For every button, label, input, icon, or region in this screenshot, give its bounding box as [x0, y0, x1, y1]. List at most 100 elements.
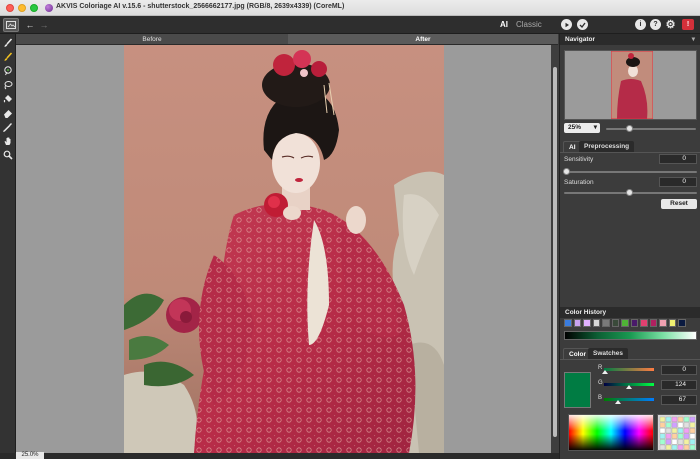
swatch-palette[interactable] — [657, 414, 697, 451]
r-input[interactable]: 0 — [661, 365, 697, 375]
mode-ai-tab[interactable]: AI — [500, 20, 508, 29]
palette-cell[interactable] — [659, 433, 666, 439]
run-button[interactable] — [561, 19, 572, 30]
color-history-gradient[interactable] — [564, 331, 697, 340]
palette-cell[interactable] — [677, 422, 684, 428]
palette-cell[interactable] — [671, 433, 678, 439]
recoloring-brush-tool[interactable] — [2, 51, 14, 62]
eyedropper-tool[interactable] — [2, 121, 14, 132]
help-button[interactable]: ? — [650, 19, 661, 30]
palette-cell[interactable] — [677, 444, 684, 450]
b-slider-knob[interactable] — [615, 400, 621, 404]
palette-cell[interactable] — [665, 422, 672, 428]
history-swatch[interactable] — [573, 319, 581, 327]
palette-cell[interactable] — [683, 416, 690, 422]
before-tab[interactable]: Before — [16, 34, 288, 45]
history-swatch[interactable] — [659, 319, 667, 327]
palette-cell[interactable] — [677, 433, 684, 439]
palette-cell[interactable] — [683, 444, 690, 450]
current-color-swatch[interactable] — [564, 372, 591, 408]
palette-cell[interactable] — [671, 416, 678, 422]
palette-cell[interactable] — [683, 433, 690, 439]
g-slider-knob[interactable] — [626, 385, 632, 389]
bucket-tool[interactable] — [2, 93, 14, 104]
palette-cell[interactable] — [671, 444, 678, 450]
palette-cell[interactable] — [671, 439, 678, 445]
history-swatch[interactable] — [649, 319, 657, 327]
b-input[interactable]: 67 — [661, 395, 697, 405]
palette-cell[interactable] — [665, 433, 672, 439]
palette-cell[interactable] — [671, 428, 678, 434]
sensitivity-input[interactable]: 0 — [659, 154, 697, 164]
g-input[interactable]: 124 — [661, 380, 697, 390]
undo-button[interactable]: ← — [24, 18, 36, 32]
zoom-slider-track[interactable] — [606, 128, 696, 130]
b-slider-track[interactable] — [604, 398, 654, 401]
palette-cell[interactable] — [689, 428, 696, 434]
sensitivity-slider-knob[interactable] — [563, 168, 570, 175]
after-tab[interactable]: After — [288, 34, 558, 45]
palette-cell[interactable] — [677, 428, 684, 434]
zoom-window-button[interactable] — [30, 4, 38, 12]
settings-button[interactable]: ⚙ — [665, 19, 676, 31]
news-button[interactable]: ! — [682, 19, 694, 30]
history-swatch[interactable] — [611, 319, 619, 327]
navigator-header[interactable]: Navigator ▾ — [560, 34, 700, 45]
navigator-preview[interactable] — [564, 50, 697, 120]
scrollbar-thumb[interactable] — [553, 67, 557, 437]
palette-cell[interactable] — [659, 416, 666, 422]
palette-cell[interactable] — [689, 416, 696, 422]
palette-cell[interactable] — [677, 416, 684, 422]
saturation-input[interactable]: 0 — [659, 177, 697, 187]
palette-cell[interactable] — [689, 433, 696, 439]
palette-cell[interactable] — [671, 422, 678, 428]
eraser-tool[interactable] — [2, 107, 14, 118]
palette-cell[interactable] — [683, 428, 690, 434]
history-swatch[interactable] — [630, 319, 638, 327]
history-swatch[interactable] — [678, 319, 686, 327]
history-swatch[interactable] — [602, 319, 610, 327]
history-swatch[interactable] — [583, 319, 591, 327]
palette-cell[interactable] — [683, 439, 690, 445]
lasso-tool[interactable] — [2, 79, 14, 90]
apply-button[interactable] — [577, 19, 588, 30]
minimize-window-button[interactable] — [18, 4, 26, 12]
history-swatch[interactable] — [621, 319, 629, 327]
r-slider-knob[interactable] — [602, 370, 608, 374]
palette-cell[interactable] — [659, 444, 666, 450]
palette-cell[interactable] — [665, 439, 672, 445]
home-button[interactable] — [3, 18, 19, 32]
history-swatch[interactable] — [564, 319, 572, 327]
tab-preprocessing[interactable]: Preprocessing — [579, 141, 635, 152]
zoom-tool[interactable] — [2, 149, 14, 160]
palette-cell[interactable] — [689, 439, 696, 445]
palette-cell[interactable] — [659, 422, 666, 428]
redo-button[interactable]: → — [38, 18, 50, 32]
image-canvas[interactable] — [16, 45, 551, 453]
reset-button[interactable]: Reset — [661, 199, 697, 209]
hand-tool[interactable] — [2, 135, 14, 146]
magic-fill-tool[interactable] — [2, 65, 14, 76]
palette-cell[interactable] — [689, 444, 696, 450]
close-window-button[interactable] — [6, 4, 14, 12]
zoom-select[interactable]: 25% ▾ — [564, 123, 600, 133]
vertical-scrollbar[interactable] — [551, 45, 559, 453]
palette-cell[interactable] — [665, 428, 672, 434]
history-swatch[interactable] — [640, 319, 648, 327]
palette-cell[interactable] — [683, 422, 690, 428]
info-button[interactable]: i — [635, 19, 646, 30]
r-slider-track[interactable] — [604, 368, 654, 371]
sensitivity-slider-track[interactable] — [564, 171, 697, 173]
color-spectrum[interactable] — [568, 414, 654, 451]
zoom-slider-knob[interactable] — [625, 125, 633, 132]
palette-cell[interactable] — [659, 439, 666, 445]
brush-tool[interactable] — [2, 37, 14, 48]
palette-cell[interactable] — [659, 428, 666, 434]
palette-cell[interactable] — [689, 422, 696, 428]
mode-classic-tab[interactable]: Classic — [516, 20, 542, 29]
palette-cell[interactable] — [665, 416, 672, 422]
history-swatch[interactable] — [668, 319, 676, 327]
palette-cell[interactable] — [677, 439, 684, 445]
palette-cell[interactable] — [665, 444, 672, 450]
saturation-slider-knob[interactable] — [626, 189, 633, 196]
